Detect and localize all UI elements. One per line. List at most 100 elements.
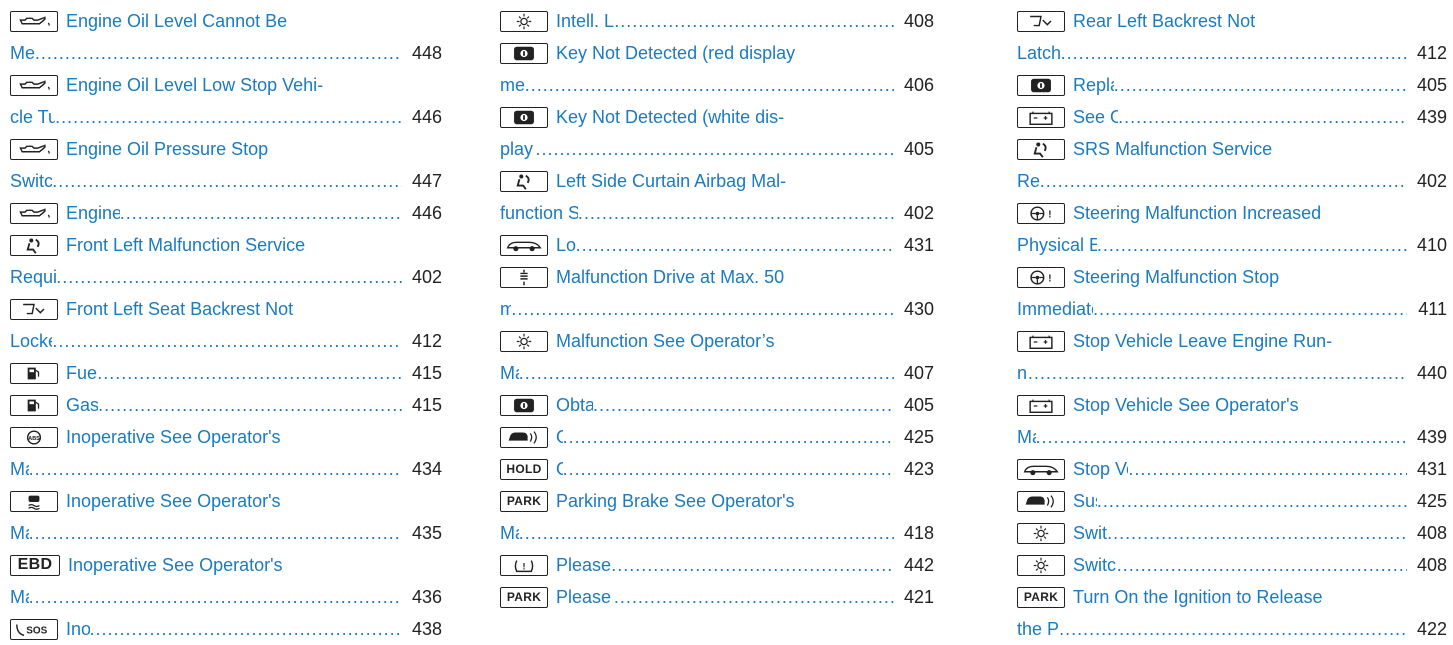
index-entry[interactable]: ! Steering Malfunction Stop Immediately Se… (1017, 261, 1447, 325)
index-column-3: Rear Left Backrest Not Latched (example) 4… (1017, 5, 1447, 645)
sos-icon: SOS (10, 618, 58, 640)
dot-leader (519, 517, 894, 549)
oil-can-icon (10, 138, 58, 160)
index-entry[interactable]: Engine Oil Level Cannot Be Measured 448 (10, 5, 442, 69)
page-number: 440 (1416, 363, 1447, 383)
index-entry-line: play message) 405 (500, 133, 934, 165)
index-entry-text: play message) (500, 139, 536, 159)
index-entry[interactable]: Stop Vehicle Leave Engine Run-ning 440 (1017, 325, 1447, 389)
index-entry[interactable]: Stop Vehicle See Operator's Manual 439 (1017, 389, 1447, 453)
index-entry-line: Fuel Level Low 415 (10, 357, 442, 389)
index-entry[interactable]: ! Please Correct Tire Pressure 442 (500, 549, 934, 581)
index-entry[interactable]: Suspended 425 (1017, 485, 1447, 517)
index-entry-text: ning (1017, 363, 1028, 383)
fuel-pump-icon (10, 362, 58, 384)
index-entry[interactable]: Stop Vehicle Vehicle Too Low 431 (1017, 453, 1447, 485)
page-number: 415 (411, 395, 442, 415)
car-lowering-icon (500, 234, 548, 256)
index-entry[interactable]: PARK Turn On the Ignition to Release the P… (1017, 581, 1447, 645)
page-number: 402 (1416, 171, 1447, 191)
oil-can-icon (10, 202, 58, 224)
index-entry-text: Steering Malfunction Increased (1073, 203, 1322, 223)
index-entry-text: Switch On Headlamps (1073, 555, 1117, 575)
index-entry[interactable]: PARK Parking Brake See Operator's Manual 41… (500, 485, 934, 549)
index-entry-line: Malfunction Drive at Max. 50 (500, 261, 934, 293)
index-entry[interactable]: Malfunction Drive at Max. 50 mph 430 (500, 261, 934, 325)
index-entry[interactable]: ! Steering Malfunction Increased Physical … (1017, 197, 1447, 261)
index-entry-line: See Operator's Manual 439 (1017, 101, 1447, 133)
index-entry-text: Front Left Malfunction Service (66, 235, 306, 255)
index-entry[interactable]: Front Left Malfunction Service Required (… (10, 229, 442, 293)
index-entry[interactable]: Fuel Level Low 415 (10, 357, 442, 389)
dot-leader (1128, 453, 1407, 485)
page-number: 434 (411, 459, 442, 479)
index-entry[interactable]: ABS Inoperative See Operator's Manual 434 (10, 421, 442, 485)
index-entry[interactable]: Lowering 431 (500, 229, 934, 261)
index-entry[interactable]: Gas Cap Loose 415 (10, 389, 442, 421)
seat-backrest-icon (1017, 10, 1065, 32)
index-entry[interactable]: Malfunction See Operator’s Manual 407 (500, 325, 934, 389)
dot-leader (611, 549, 894, 581)
index-entry-line: Inoperative See Operator's (10, 485, 442, 517)
hold-icon: HOLD (500, 458, 548, 480)
battery-icon (1017, 330, 1065, 352)
dot-leader (1097, 485, 1407, 517)
index-entry[interactable]: Front Left Seat Backrest Not Locked (exam… (10, 293, 442, 357)
svg-text:!: ! (1048, 273, 1051, 284)
park-icon: PARK (500, 586, 548, 608)
index-entry-line: Engine Oil Level Cannot Be (10, 5, 442, 37)
key-icon (500, 42, 548, 64)
index-entry[interactable]: Rear Left Backrest Not Latched (example) 4… (1017, 5, 1447, 69)
index-entry[interactable]: Left Side Curtain Airbag Mal-function Se… (500, 165, 934, 229)
park-icon: PARK (500, 490, 548, 512)
dot-leader (1059, 613, 1407, 645)
index-entry[interactable]: Replace Key Battery 405 (1017, 69, 1447, 101)
dot-leader (120, 197, 402, 229)
index-entry[interactable]: See Operator's Manual 439 (1017, 101, 1447, 133)
page-number: 405 (1416, 75, 1447, 95)
index-entry[interactable]: Obtain a New Key 405 (500, 389, 934, 421)
index-entry[interactable]: EBD Inoperative See Operator's Manual 436 (10, 549, 442, 613)
page-number: 415 (411, 363, 442, 383)
page-number: 402 (903, 203, 934, 223)
index-entry-text: Engine Oil Level Cannot Be (66, 11, 288, 31)
svg-text:SOS: SOS (26, 625, 47, 636)
page-number: 425 (1416, 491, 1447, 511)
dot-leader (1040, 165, 1407, 197)
index-entry[interactable]: Intell. Light System Inoperative 408 (500, 5, 934, 37)
index-entry-text: Replace Key Battery (1073, 75, 1114, 95)
index-entry[interactable]: PARK Please Release Parking Brake 421 (500, 581, 934, 613)
index-column-2: Intell. Light System Inoperative 408 Key N… (500, 5, 934, 613)
car-lowering-icon (1017, 458, 1065, 480)
index-entry[interactable]: Key Not Detected (white dis-play message… (500, 101, 934, 165)
index-entry[interactable]: SOS Inoperative 438 (10, 613, 442, 645)
svg-text:ABS: ABS (28, 435, 40, 441)
index-entry[interactable]: Engine Oil Pressure Stop Switch Off Engin… (10, 133, 442, 197)
index-entry[interactable]: Engine Oil Level Low Stop Vehi-cle Turn … (10, 69, 442, 133)
index-entry[interactable]: HOLD Off 423 (500, 453, 934, 485)
index-entry[interactable]: Inoperative See Operator's Manual 435 (10, 485, 442, 549)
index-entry-line: Immediately See Operator's Manual 411 (1017, 293, 1447, 325)
index-entry-text: Gas Cap Loose (66, 395, 99, 415)
dot-leader (614, 5, 894, 37)
index-entry-line: Replace Key Battery 405 (1017, 69, 1447, 101)
index-entry-line: Manual 435 (10, 517, 442, 549)
index-entry[interactable]: Off 425 (500, 421, 934, 453)
index-entry-text: Manual (1017, 427, 1036, 447)
index-entry-text: Switch Off Engine (10, 171, 53, 191)
page-number: 430 (903, 299, 934, 319)
index-entry-line: Manual 439 (1017, 421, 1447, 453)
index-entry[interactable]: Switch On Headlamps 408 (1017, 549, 1447, 581)
distance-assist-icon (500, 426, 548, 448)
page-number: 406 (903, 75, 934, 95)
page-number: 425 (903, 427, 934, 447)
index-entry[interactable]: Switch Off Lights 408 (1017, 517, 1447, 549)
index-entry[interactable]: Key Not Detected (red display message) 406 (500, 37, 934, 101)
index-entry-line: ! Please Correct Tire Pressure 442 (500, 549, 934, 581)
index-entry-text: function Service Required (example) (500, 203, 578, 223)
dot-leader (593, 389, 894, 421)
index-entry[interactable]: SRS Malfunction Service Required 402 (1017, 133, 1447, 197)
index-entry-line: Physical Effort See Operator's Manual 410 (1017, 229, 1447, 261)
index-entry[interactable]: Engine Oil Reduce Oil Level 446 (10, 197, 442, 229)
index-entry-text: Engine Oil Pressure Stop (66, 139, 269, 159)
